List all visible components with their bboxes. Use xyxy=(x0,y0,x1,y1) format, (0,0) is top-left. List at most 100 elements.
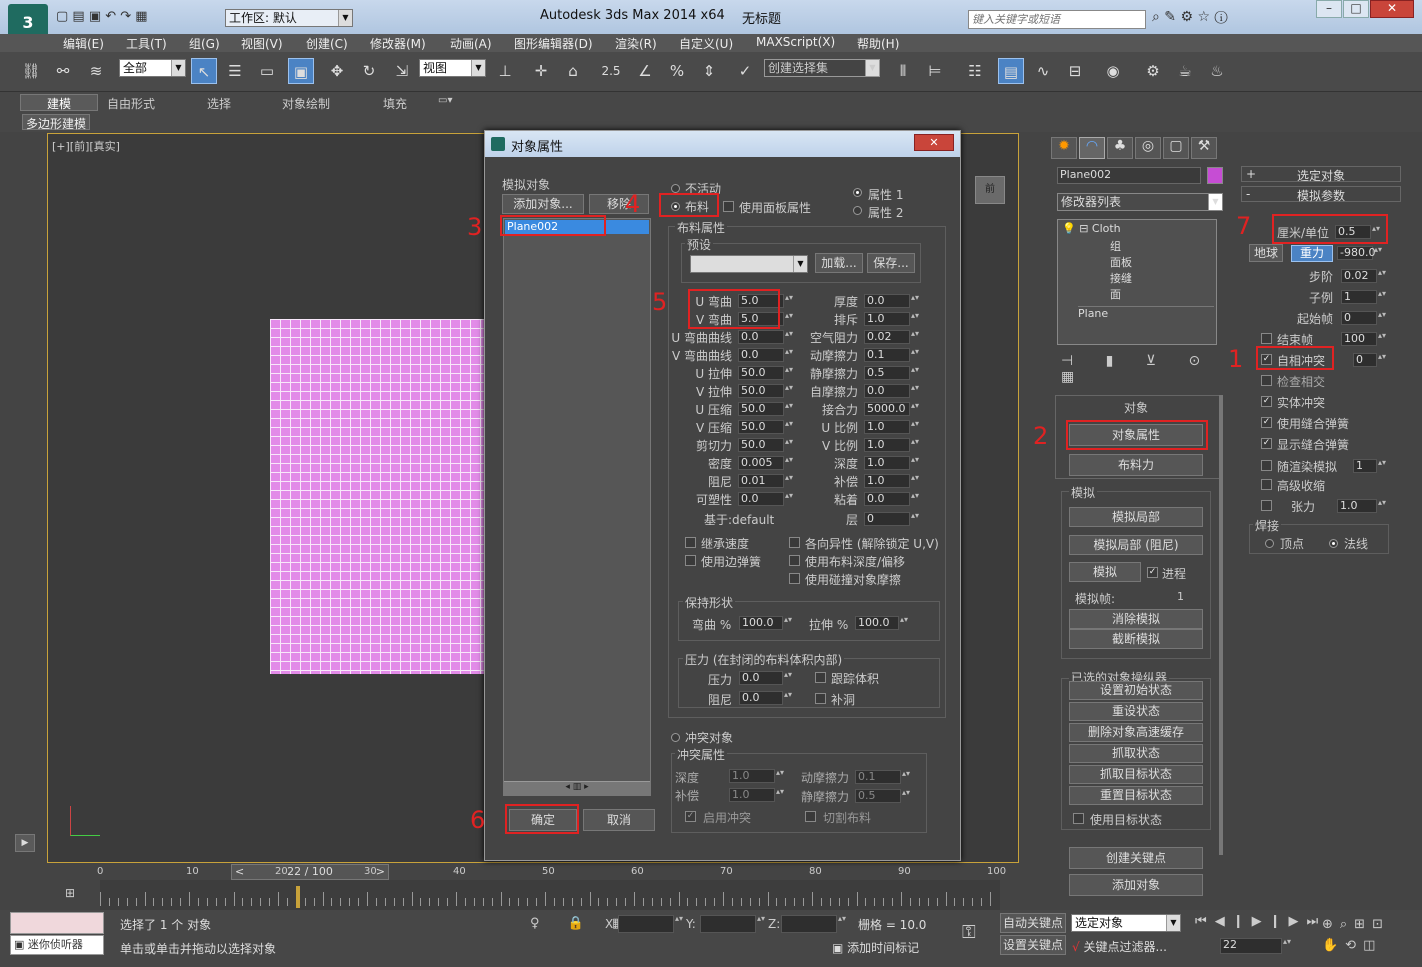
radio-collision-object[interactable] xyxy=(671,733,680,742)
menu-create[interactable]: 创建(C) xyxy=(306,35,348,52)
render-icon[interactable]: ♨ xyxy=(1204,58,1230,84)
cut-cloth-checkbox[interactable] xyxy=(805,811,816,822)
render-sim-spinner[interactable]: 1 xyxy=(1353,459,1390,473)
tab-freeform[interactable]: 自由形式 xyxy=(107,95,155,112)
create-key-button[interactable]: 创建关键点 xyxy=(1069,847,1203,869)
use-panel-props-checkbox[interactable] xyxy=(723,201,734,212)
ribbon-options-icon[interactable]: ▭▾ xyxy=(438,95,452,106)
add-time-tag[interactable]: ▣ 添加时间标记 xyxy=(832,939,919,956)
search-input[interactable] xyxy=(968,10,1146,29)
menu-modifiers[interactable]: 修改器(M) xyxy=(370,35,426,52)
pivot-icon[interactable]: ⊥ xyxy=(492,58,518,84)
dialog-close-icon[interactable]: ✕ xyxy=(914,134,954,151)
truncate-sim-button[interactable]: 截断模拟 xyxy=(1069,629,1203,649)
param-right-spinner[interactable]: 1.0 xyxy=(864,474,923,488)
param-left-spinner[interactable]: 50.0 xyxy=(738,420,797,434)
mini-listener[interactable]: ▣ 迷你侦听器 xyxy=(10,935,104,955)
modifier-list-combo[interactable]: 修改器列表 ▼ xyxy=(1057,193,1223,211)
param-right-spinner[interactable]: 1.0 xyxy=(864,438,923,452)
rotate-icon[interactable]: ↻ xyxy=(356,58,382,84)
maximize-icon[interactable]: □ xyxy=(1343,0,1369,18)
preset-combo[interactable]: ▼ xyxy=(690,255,808,273)
hierarchy-tab-icon[interactable]: ♣ xyxy=(1107,137,1133,159)
key-filters-button[interactable]: √ 关键点过滤器... xyxy=(1072,938,1167,955)
param-right-spinner[interactable]: 0.02 xyxy=(864,330,923,344)
command-tabs[interactable]: ✹ ◠ ♣ ◎ ▢ ⚒ xyxy=(1049,137,1219,161)
damp-spinner[interactable]: 0.0 xyxy=(739,691,796,705)
keyboard-shortcut-icon[interactable]: ⌂ xyxy=(560,58,586,84)
workspace-combo[interactable]: 工作区: 默认 ▼ xyxy=(225,9,353,27)
utilities-tab-icon[interactable]: ⚒ xyxy=(1191,137,1217,159)
param-right-spinner[interactable]: 0.5 xyxy=(864,366,923,380)
param-left-spinner[interactable]: 0.0 xyxy=(738,330,797,344)
bind-warp-icon[interactable]: ≋ xyxy=(83,58,109,84)
end-frame-spinner[interactable]: 100 xyxy=(1341,332,1390,346)
curve-editor-icon[interactable]: ∿ xyxy=(1030,58,1056,84)
list-hscrollbar[interactable]: ◂ ▥ ▸ xyxy=(504,781,650,795)
sub-spinner[interactable]: 1 xyxy=(1341,290,1390,304)
load-button[interactable]: 加载... xyxy=(815,253,863,273)
earth-button[interactable]: 地球 xyxy=(1249,244,1283,262)
stack-item-panel[interactable]: 面板 xyxy=(1110,254,1132,270)
menu-edit[interactable]: 编辑(E) xyxy=(63,35,104,52)
scene-explorer-icon[interactable]: ▤ xyxy=(998,58,1024,84)
listener-color-box[interactable] xyxy=(10,912,104,934)
rect-selection-icon[interactable]: ▭ xyxy=(254,58,280,84)
selected-object-rollout[interactable]: + 选定对象 xyxy=(1241,166,1401,183)
cmd-scrollbar[interactable] xyxy=(1219,395,1223,855)
tab-object-paint[interactable]: 对象绘制 xyxy=(282,95,330,112)
display-tab-icon[interactable]: ▢ xyxy=(1163,137,1189,159)
manipulator-button[interactable]: 重置目标状态 xyxy=(1069,786,1203,805)
menu-tools[interactable]: 工具(T) xyxy=(126,35,167,52)
minimize-icon[interactable]: – xyxy=(1316,0,1342,18)
check-intersect-checkbox[interactable] xyxy=(1261,375,1272,386)
coll-friction-checkbox[interactable] xyxy=(789,573,800,584)
step-spinner[interactable]: 0.02 xyxy=(1341,269,1390,283)
param-right-spinner[interactable]: 0.0 xyxy=(864,384,923,398)
param-left-spinner[interactable]: 0.005 xyxy=(738,456,797,470)
object-color-swatch[interactable] xyxy=(1207,167,1223,184)
stack-item-group[interactable]: 组 xyxy=(1110,238,1121,254)
key-mode-combo[interactable]: 选定对象 ▼ xyxy=(1071,914,1181,932)
create-tab-icon[interactable]: ✹ xyxy=(1051,137,1077,159)
menu-graph-editors[interactable]: 图形编辑器(D) xyxy=(514,35,593,52)
select-manipulate-icon[interactable]: ✛ xyxy=(528,58,554,84)
play-expand-icon[interactable]: ▶ xyxy=(15,834,35,852)
param-right-spinner[interactable]: 1.0 xyxy=(864,312,923,326)
ribbon-subtab[interactable]: 多边形建模 xyxy=(22,114,90,131)
stack-item-faces[interactable]: 面 xyxy=(1110,286,1121,302)
key-icon[interactable]: ⚿ xyxy=(962,922,976,943)
stack-item-plane[interactable]: Plane xyxy=(1078,306,1214,320)
self-collision-spinner[interactable]: 0 xyxy=(1353,353,1390,367)
c-depth-spinner[interactable]: 1.0 xyxy=(729,769,788,783)
rendered-frame-icon[interactable]: ☕ xyxy=(1172,58,1198,84)
c-static-spinner[interactable]: 0.5 xyxy=(855,789,914,803)
help-icons[interactable]: ⌕ ✎ ⚙ ☆ ⓘ xyxy=(1152,9,1228,25)
select-object-icon[interactable]: ↖ xyxy=(191,58,217,84)
auto-key-button[interactable]: 自动关键点 xyxy=(1000,913,1066,933)
viewport-label[interactable]: [+][前][真实] xyxy=(52,138,120,154)
param-right-spinner[interactable]: 5000.0 xyxy=(864,402,923,416)
layer-spinner[interactable]: 0 xyxy=(864,512,923,526)
radio-normals[interactable] xyxy=(1329,539,1338,548)
param-right-spinner[interactable]: 0.1 xyxy=(864,348,923,362)
sim-params-rollout[interactable]: - 模拟参数 xyxy=(1241,186,1401,203)
align-icon[interactable]: ⊨ xyxy=(922,58,948,84)
mirror-icon[interactable]: ⫴ xyxy=(890,58,916,84)
edit-named-sel-icon[interactable]: ✓ xyxy=(732,58,758,84)
radio-vertex[interactable] xyxy=(1265,539,1274,548)
ks-bend-spinner[interactable]: 100.0 xyxy=(739,616,796,630)
param-left-spinner[interactable]: 0.0 xyxy=(738,348,797,362)
stack-item-cloth[interactable]: 💡 ⊟ Cloth xyxy=(1062,222,1121,235)
tension-checkbox[interactable] xyxy=(1261,500,1272,511)
c-offset-spinner[interactable]: 1.0 xyxy=(729,788,788,802)
enable-collision-checkbox[interactable]: ✓ xyxy=(685,811,696,822)
manipulator-button[interactable]: 重设状态 xyxy=(1069,702,1203,721)
param-left-spinner[interactable]: 50.0 xyxy=(738,384,797,398)
sim-object-list[interactable]: Plane002 ◂ ▥ ▸ xyxy=(503,218,651,796)
menu-animation[interactable]: 动画(A) xyxy=(450,35,492,52)
layer-manager-icon[interactable]: ☷ xyxy=(962,58,988,84)
adv-pinch-checkbox[interactable] xyxy=(1261,479,1272,490)
radio-inactive[interactable] xyxy=(671,184,680,193)
move-icon[interactable]: ✥ xyxy=(324,58,350,84)
